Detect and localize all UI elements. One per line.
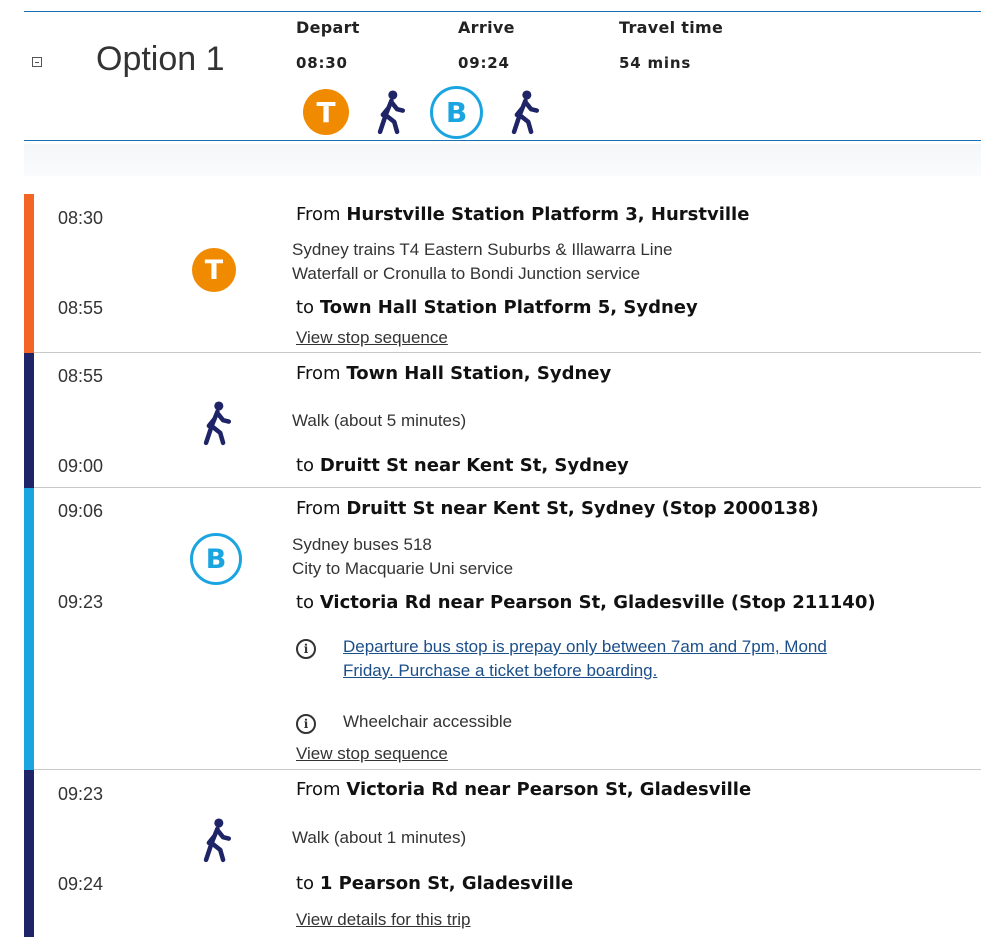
leg-from: From Town Hall Station, Sydney xyxy=(296,363,612,384)
leg-arrival-time: 09:23 xyxy=(58,592,104,612)
leg-departure-time: 09:06 xyxy=(58,501,104,521)
view-stop-sequence-link[interactable]: View stop sequence xyxy=(296,744,448,764)
leg-from: From Druitt St near Kent St, Sydney (Sto… xyxy=(296,498,819,519)
leg-color-bar xyxy=(24,353,34,488)
train-icon: T xyxy=(192,248,236,292)
view-stop-sequence-link[interactable]: View stop sequence xyxy=(296,328,448,348)
view-trip-details-link[interactable]: View details for this trip xyxy=(296,910,470,930)
walk-mode-icon xyxy=(511,90,540,135)
bus-mode-icon: B xyxy=(430,86,483,139)
train-mode-icon: T xyxy=(303,89,349,135)
info-icon: i xyxy=(296,714,316,734)
prepay-notice-link[interactable]: Departure bus stop is prepay only betwee… xyxy=(343,635,827,683)
leg-departure-time: 08:30 xyxy=(58,208,104,228)
leg-to: to Town Hall Station Platform 5, Sydney xyxy=(296,297,698,318)
leg-from: From Hurstville Station Platform 3, Hurs… xyxy=(296,204,750,225)
info-icon: i xyxy=(296,639,316,659)
trip-leg-bus: 09:06 09:23 B From Druitt St near Kent S… xyxy=(24,488,981,770)
option-title: Option 1 xyxy=(96,40,225,78)
prepay-notice-line2: Friday. Purchase a ticket before boardin… xyxy=(343,661,658,680)
trip-leg-train: 08:30 08:55 T From Hurstville Station Pl… xyxy=(24,194,981,353)
leg-arrival-time: 09:00 xyxy=(58,456,104,476)
wheelchair-accessible-text: Wheelchair accessible xyxy=(343,712,513,731)
arrive-time: 09:24 xyxy=(458,54,510,72)
leg-arrival-time: 08:55 xyxy=(58,298,104,318)
leg-arrival-time: 09:24 xyxy=(58,874,104,894)
prepay-notice[interactable]: i Departure bus stop is prepay only betw… xyxy=(296,635,827,683)
travel-time-value: 54 mins xyxy=(619,54,692,72)
leg-color-bar xyxy=(24,488,34,770)
arrive-label: Arrive xyxy=(458,18,515,37)
walk-description: Walk (about 1 minutes) xyxy=(292,828,467,847)
leg-to-place: 1 Pearson St, Gladesville xyxy=(319,873,574,894)
leg-description-line2: Waterfall or Cronulla to Bondi Junction … xyxy=(292,264,641,283)
header-top-rule xyxy=(24,11,981,12)
trip-leg-walk: 09:23 09:24 From Victoria Rd near Pearso… xyxy=(24,770,981,937)
leg-from-place: Druitt St near Kent St, Sydney (Stop 200… xyxy=(346,498,819,519)
prepay-notice-line1: Departure bus stop is prepay only betwee… xyxy=(343,637,827,656)
trip-leg-walk: 08:55 09:00 From Town Hall Station, Sydn… xyxy=(24,353,981,488)
walk-description: Walk (about 5 minutes) xyxy=(292,411,467,430)
walk-icon xyxy=(203,818,232,863)
header-bottom-rule xyxy=(24,140,981,141)
leg-from-place: Town Hall Station, Sydney xyxy=(346,363,612,384)
leg-to-place: Druitt St near Kent St, Sydney xyxy=(319,455,629,476)
wheelchair-accessible-note: i Wheelchair accessible xyxy=(296,710,512,734)
collapse-toggle-icon[interactable] xyxy=(32,57,42,67)
depart-time: 08:30 xyxy=(296,54,348,72)
leg-from-place: Victoria Rd near Pearson St, Gladesville xyxy=(346,779,752,800)
leg-description-line1: Sydney trains T4 Eastern Suburbs & Illaw… xyxy=(292,240,673,259)
bus-icon: B xyxy=(190,533,242,585)
leg-to-place: Town Hall Station Platform 5, Sydney xyxy=(319,297,698,318)
leg-to-place: Victoria Rd near Pearson St, Gladesville… xyxy=(319,592,876,613)
leg-from-place: Hurstville Station Platform 3, Hurstvill… xyxy=(346,204,750,225)
leg-to: to Victoria Rd near Pearson St, Gladesvi… xyxy=(296,592,876,613)
leg-from: From Victoria Rd near Pearson St, Glades… xyxy=(296,779,752,800)
walk-icon xyxy=(203,401,232,446)
leg-to: to Druitt St near Kent St, Sydney xyxy=(296,455,629,476)
leg-description-line2: City to Macquarie Uni service xyxy=(292,559,514,578)
leg-color-bar xyxy=(24,194,34,353)
leg-to: to 1 Pearson St, Gladesville xyxy=(296,873,574,894)
depart-label: Depart xyxy=(296,18,360,37)
leg-departure-time: 08:55 xyxy=(58,366,104,386)
walk-mode-icon xyxy=(377,90,406,135)
leg-description-line1: Sydney buses 518 xyxy=(292,535,432,554)
travel-time-label: Travel time xyxy=(619,18,724,37)
leg-departure-time: 09:23 xyxy=(58,784,104,804)
section-spacer xyxy=(24,144,981,176)
leg-color-bar xyxy=(24,770,34,937)
